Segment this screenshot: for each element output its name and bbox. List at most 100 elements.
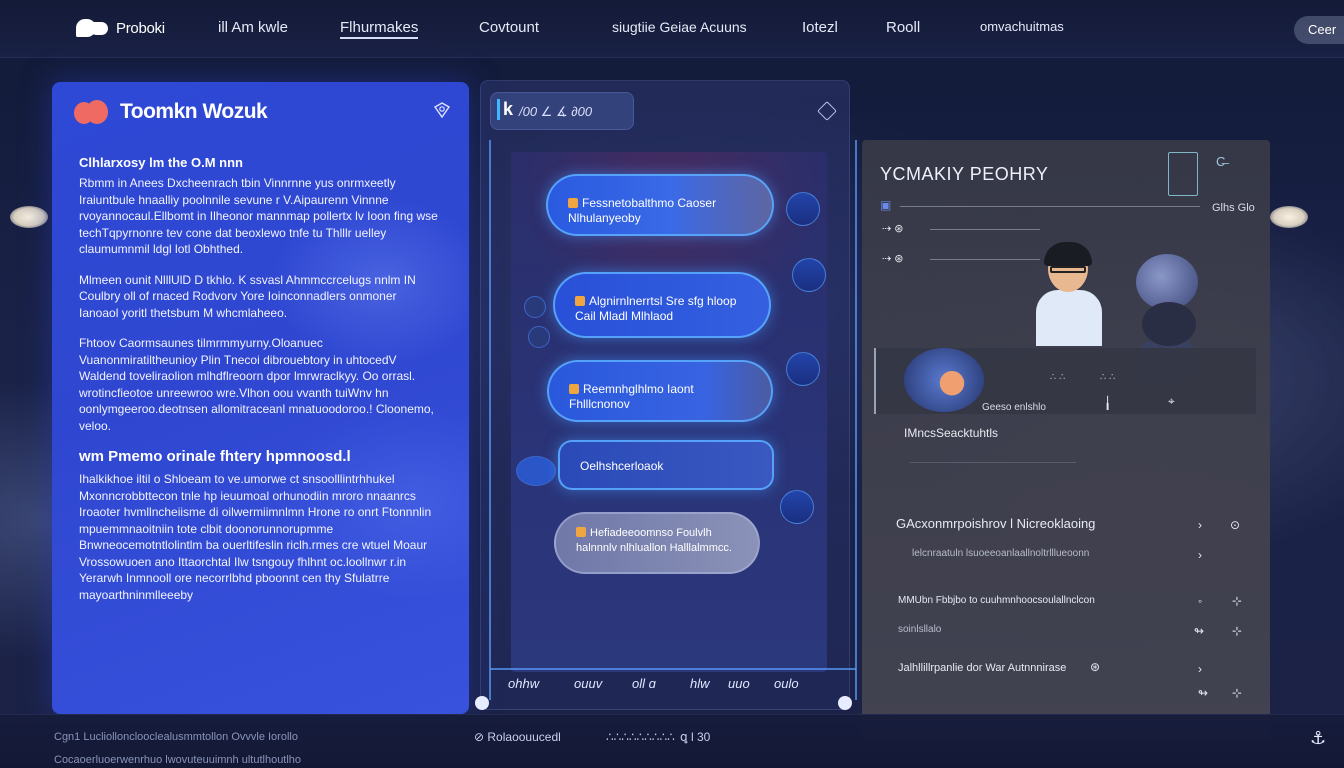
avatar-body [1036, 290, 1102, 346]
document-icon[interactable] [1168, 152, 1198, 196]
resize-handle[interactable] [475, 696, 489, 710]
footer-action[interactable]: ⊘ Rolaoouucedl [474, 730, 561, 744]
strip-dot: ∴ ∴ [1100, 372, 1116, 383]
chat-message[interactable]: Hefiadeeoomnso Foulvlh halnnnlv nlhluall… [554, 512, 760, 574]
sender-avatar-icon [516, 456, 556, 486]
panel-paragraph: Rbmm in Anees Dxcheenrach tbin Vinnrnne … [79, 176, 438, 256]
message-text: Algnirnlnerrtsl Sre sfg hloop Cail Mladl… [575, 294, 737, 323]
divider [900, 206, 1200, 207]
toolbar-button[interactable]: oll ɑ [632, 676, 656, 691]
footer-action-label: Rolaoouucedl [487, 730, 561, 744]
message-icon [576, 527, 586, 537]
toolbar-button[interactable]: ohhw [508, 676, 539, 691]
toggle-icon[interactable]: ↬ [1198, 686, 1208, 700]
chat-message[interactable]: Fessnetobalthmo Caoser Nlhulanyeoby [546, 174, 774, 236]
setting-row-sub: soinlsllalo [898, 624, 942, 635]
panel-title: Toomkn Wozuk [120, 100, 268, 123]
nav-item-5[interactable]: Iotezl [802, 19, 838, 36]
toolbar-button[interactable]: uuo [728, 676, 750, 691]
reply-avatar-icon [786, 352, 820, 386]
panel-subtitle: Clhlarxosy lm the O.M nnn [79, 155, 243, 170]
chevron-icon[interactable]: › [1198, 518, 1202, 532]
toggle-icon[interactable]: ↬ [1194, 624, 1204, 638]
anchor-icon[interactable]: ⚓ [1310, 728, 1326, 749]
user-avatar[interactable] [1036, 240, 1102, 346]
panel-body: Clhlarxosy lm the O.M nnn Rbmm in Anees … [79, 155, 439, 617]
message-icon [568, 198, 578, 208]
right-glow-orb [1270, 206, 1308, 228]
expand-icon[interactable]: ⊹ [1232, 594, 1242, 608]
panel-paragraph: Mlmeen ounit NlllUlD D tkhlo. K ssvasl A… [79, 272, 416, 320]
panel-paragraph: Ihalkikhoe iltil o Shloeam to ve.umorwe … [79, 472, 432, 602]
resize-handle[interactable] [838, 696, 852, 710]
contact-avatar[interactable] [904, 348, 984, 412]
strip-dot: ∴ ∴ [1050, 372, 1066, 383]
circle-icon: ⊘ [474, 730, 488, 744]
pin-icon[interactable]: ⌖ [1168, 394, 1175, 409]
profile-title: YCMAKIY PEOHRY [880, 164, 1049, 184]
nav-item-7[interactable]: omvachuitmas [980, 19, 1064, 34]
profile-meta: Glhs Glo [1212, 202, 1255, 214]
chevron-icon[interactable]: › [1198, 548, 1202, 562]
panel-paragraph: Fhtoov Caormsaunes tilmrmmyurny.Oloanuec… [79, 336, 434, 433]
divider [910, 462, 1076, 463]
flag-icon: ▣ [880, 198, 892, 212]
brand-logo-icon [76, 17, 110, 39]
footer-text: Cocaoerluoerwenrhuo lwovuteuuimnh ultutl… [54, 754, 302, 766]
message-text: Fessnetobalthmo Caoser Nlhulanyeoby [568, 196, 717, 225]
link-icon: ⇢ ⊛ [882, 223, 904, 235]
reply-avatar-icon [786, 192, 820, 226]
message-text: Hefiadeeoomnso Foulvlh halnnnlv nlhluall… [576, 527, 732, 554]
chat-search-bar[interactable]: k /00 ∠ ∡ ∂00 [490, 92, 634, 130]
reply-avatar-icon [780, 490, 814, 524]
toolbar-button[interactable]: ouuv [574, 676, 602, 691]
setting-row-label[interactable]: Jalhllillrpanlie dor War Autnnnirase [898, 662, 1066, 674]
sender-avatar-icon [524, 296, 546, 318]
info-panel: Toomkn Wozuk Clhlarxosy lm the O.M nnn R… [52, 82, 469, 714]
nav-right-button[interactable]: Ceer [1294, 16, 1344, 44]
left-glow-orb [10, 206, 48, 228]
chevron-icon[interactable]: › [1198, 662, 1202, 676]
panel-section-heading: wm Pmemo orinale fhtery hpmnoosd.l [79, 448, 351, 465]
footer-text: Cgn1 Lucliollonclooclealusmmtollon Ovvvl… [54, 731, 298, 743]
settings-icon[interactable] [433, 102, 451, 118]
brand-label: Proboki [116, 19, 165, 37]
chat-icon[interactable]: C̶ [1216, 154, 1225, 169]
nav-item-2[interactable]: Flhurmakes [340, 19, 419, 39]
link-icon: ⇢ ⊛ [882, 253, 904, 265]
profile-panel [862, 140, 1270, 740]
chat-toolbar [490, 668, 856, 708]
chat-message[interactable]: Reemnhglhlmo Iaont Fhlllcnonov [547, 360, 773, 422]
message-text: Reemnhglhlmo Iaont Fhlllcnonov [569, 382, 694, 411]
toggle-icon[interactable]: ⊙ [1230, 518, 1240, 532]
avatar-hair [1044, 242, 1092, 266]
strip-label: Geeso enlshlo [982, 402, 1046, 413]
top-nav: Proboki ill Am kwle Flhurmakes Covtount … [0, 0, 1344, 58]
footer-dots: ∴∴∴∴∴∴∴∴∴ [606, 730, 675, 744]
panel-logo-icon [74, 100, 108, 126]
divider [930, 259, 1040, 260]
chat-message[interactable]: Oelhshcerloaok [558, 440, 774, 490]
chat-search-icon: k [497, 99, 513, 120]
nav-item-6[interactable]: Rooll [886, 19, 920, 36]
brand[interactable]: Proboki [76, 17, 165, 39]
reply-avatar-icon [792, 258, 826, 292]
setting-row-label[interactable]: MMUbn Fbbjbo to cuuhmnhoocsoulallnclcon [898, 595, 1095, 606]
info-icon[interactable]: ⊛ [1090, 660, 1100, 674]
footer-count: ꝗ l 30 [680, 730, 711, 744]
nav-item-4[interactable]: siugtiie Geiae Acuuns [612, 19, 747, 35]
toggle-icon[interactable]: ◦ [1198, 594, 1202, 608]
avatar-glasses [1050, 266, 1086, 273]
nav-item-3[interactable]: Covtount [479, 19, 539, 36]
toolbar-button[interactable]: hlw [690, 676, 710, 691]
divider [930, 229, 1040, 230]
expand-icon[interactable]: ⊹ [1232, 624, 1242, 638]
setting-row-label[interactable]: GAcxonmrpoishrov l Nicreoklaoing [896, 516, 1095, 531]
toolbar-button[interactable]: oulo [774, 676, 799, 691]
bar-icon: ╽ [1104, 396, 1112, 410]
sender-avatar-icon [528, 326, 550, 348]
avatar-face [1142, 302, 1196, 346]
expand-icon[interactable]: ⊹ [1232, 686, 1242, 700]
chat-message[interactable]: Algnirnlnerrtsl Sre sfg hloop Cail Mladl… [553, 272, 771, 338]
nav-item-1[interactable]: ill Am kwle [218, 19, 288, 36]
